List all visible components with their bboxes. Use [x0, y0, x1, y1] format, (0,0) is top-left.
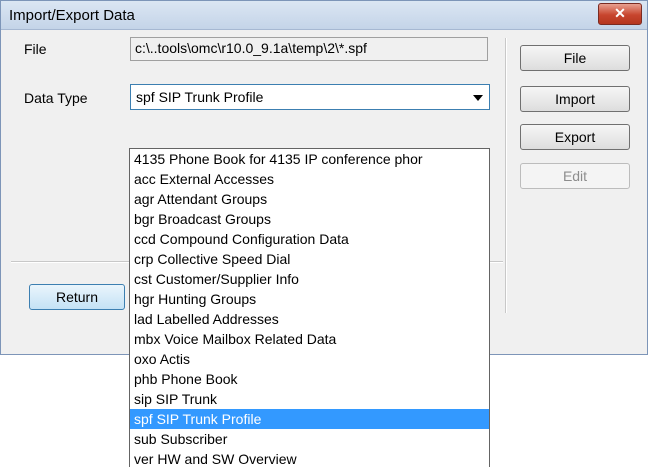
- dropdown-option[interactable]: crp Collective Speed Dial: [130, 249, 489, 269]
- file-button[interactable]: File: [520, 45, 630, 71]
- import-button[interactable]: Import: [520, 86, 630, 112]
- dropdown-option[interactable]: acc External Accesses: [130, 169, 489, 189]
- dropdown-option[interactable]: spf SIP Trunk Profile: [130, 409, 489, 429]
- file-path-field: c:\..tools\omc\r10.0_9.1a\temp\2\*.spf: [130, 37, 488, 61]
- dropdown-option[interactable]: cst Customer/Supplier Info: [130, 269, 489, 289]
- dropdown-option[interactable]: 4135 Phone Book for 4135 IP conference p…: [130, 149, 489, 169]
- return-button[interactable]: Return: [29, 284, 125, 310]
- export-button[interactable]: Export: [520, 124, 630, 150]
- dropdown-option[interactable]: bgr Broadcast Groups: [130, 209, 489, 229]
- data-type-label: Data Type: [24, 90, 88, 106]
- dropdown-option[interactable]: ccd Compound Configuration Data: [130, 229, 489, 249]
- data-type-dropdown-list[interactable]: 4135 Phone Book for 4135 IP conference p…: [129, 148, 490, 467]
- window-title: Import/Export Data: [9, 7, 135, 24]
- dropdown-option[interactable]: phb Phone Book: [130, 369, 489, 389]
- dropdown-option[interactable]: sip SIP Trunk: [130, 389, 489, 409]
- close-button[interactable]: ✕: [598, 3, 642, 25]
- chevron-down-icon[interactable]: [473, 95, 483, 101]
- dropdown-option[interactable]: mbx Voice Mailbox Related Data: [130, 329, 489, 349]
- close-icon: ✕: [614, 5, 626, 21]
- dropdown-option[interactable]: lad Labelled Addresses: [130, 309, 489, 329]
- dropdown-option[interactable]: ver HW and SW Overview: [130, 449, 489, 467]
- data-type-selected-value: spf SIP Trunk Profile: [136, 89, 264, 105]
- data-type-combobox[interactable]: spf SIP Trunk Profile: [130, 84, 490, 110]
- dropdown-option[interactable]: hgr Hunting Groups: [130, 289, 489, 309]
- file-label: File: [24, 41, 47, 57]
- edit-button[interactable]: Edit: [520, 163, 630, 189]
- vertical-divider: [505, 38, 506, 313]
- dropdown-option[interactable]: agr Attendant Groups: [130, 189, 489, 209]
- dropdown-option[interactable]: oxo Actis: [130, 349, 489, 369]
- dropdown-option[interactable]: sub Subscriber: [130, 429, 489, 449]
- title-bar[interactable]: Import/Export Data ✕: [1, 1, 647, 30]
